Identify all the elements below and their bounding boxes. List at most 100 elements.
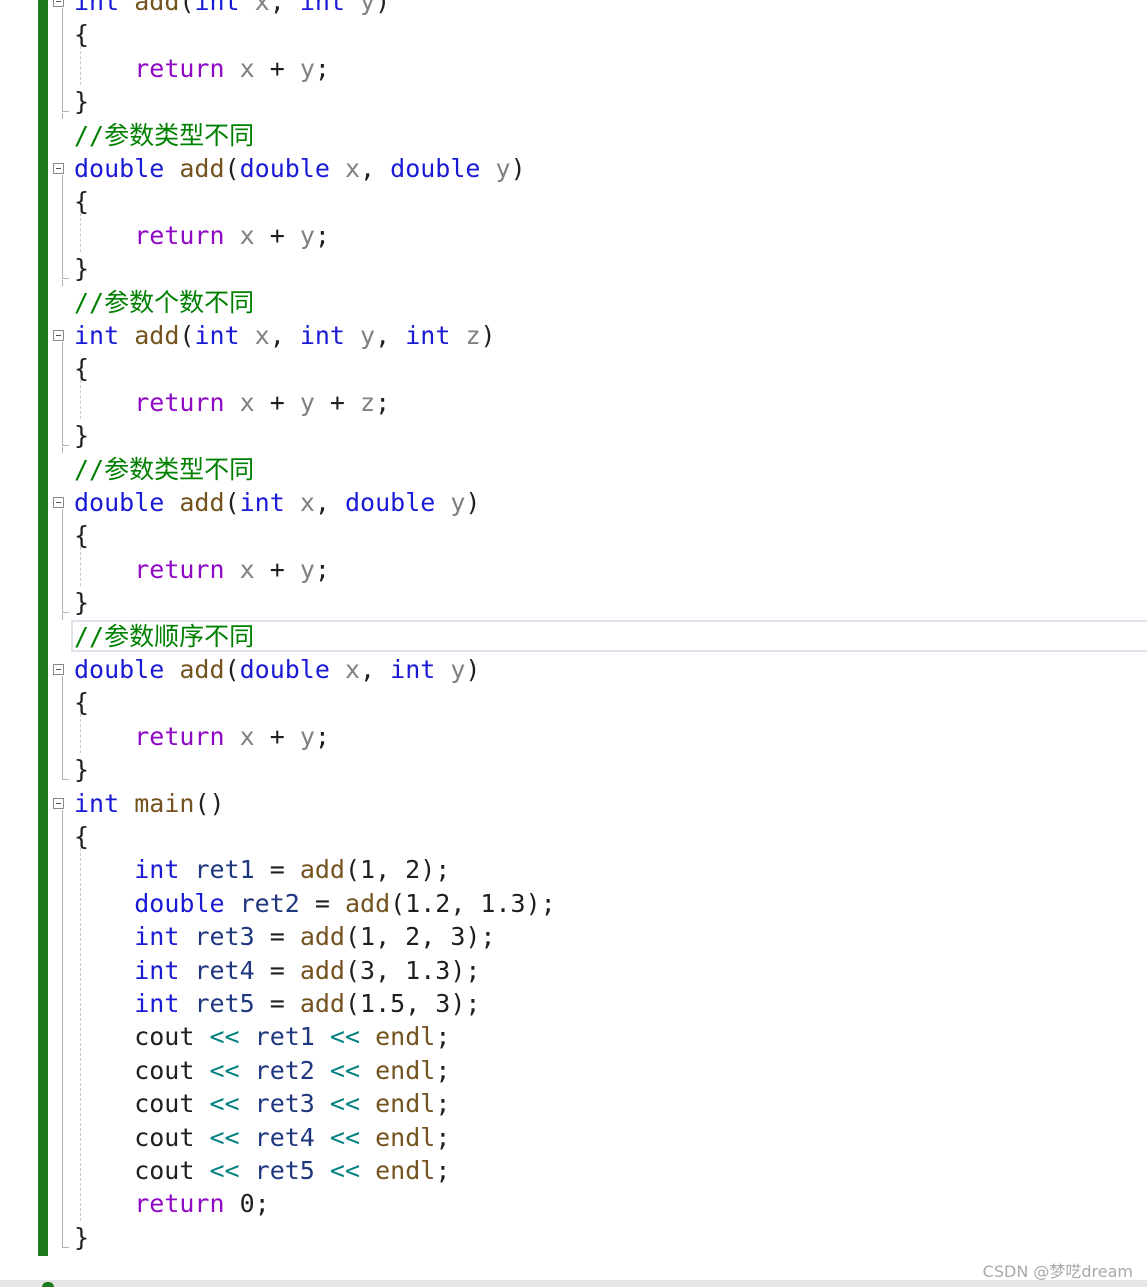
code-line[interactable]: double add(double x, double y) xyxy=(74,152,526,185)
code-line[interactable]: return x + y + z; xyxy=(74,386,390,419)
code-token: add xyxy=(179,154,225,183)
code-token: double xyxy=(74,655,165,684)
code-line[interactable]: int main() xyxy=(74,787,225,820)
code-line[interactable]: { xyxy=(74,18,89,51)
code-token: << xyxy=(329,1055,361,1085)
code-token: x xyxy=(344,154,361,183)
code-line[interactable]: return x + y; xyxy=(74,52,330,85)
collapse-icon[interactable] xyxy=(53,163,64,174)
code-line[interactable]: int ret3 = add(1, 2, 3); xyxy=(74,920,495,953)
code-token: int xyxy=(74,321,120,350)
code-line[interactable]: } xyxy=(74,252,89,285)
code-token: int xyxy=(405,321,451,350)
code-line[interactable]: double add(int x, double y) xyxy=(74,486,480,519)
code-token: + xyxy=(314,387,361,417)
code-token: double xyxy=(74,488,165,517)
code-line[interactable]: int ret1 = add(1, 2); xyxy=(74,853,450,886)
code-line[interactable]: { xyxy=(74,686,89,719)
code-token: int xyxy=(299,0,345,16)
code-line[interactable]: { xyxy=(74,185,89,218)
code-token: y xyxy=(299,721,315,751)
code-line[interactable]: return 0; xyxy=(74,1187,269,1220)
outline-guide xyxy=(62,175,63,279)
collapse-icon[interactable] xyxy=(53,797,64,809)
code-line[interactable]: cout << ret2 << endl; xyxy=(74,1054,450,1087)
code-token: (3, 1.3); xyxy=(344,955,481,985)
code-line[interactable]: cout << ret5 << endl; xyxy=(74,1154,450,1187)
code-token: int xyxy=(194,0,240,16)
code-token: x xyxy=(239,53,255,83)
code-line[interactable]: return x + y; xyxy=(74,553,330,586)
code-line[interactable]: { xyxy=(74,820,89,853)
code-line[interactable]: //参数顺序不同 xyxy=(74,620,254,653)
code-token: } xyxy=(74,87,90,117)
code-line[interactable]: { xyxy=(74,352,89,385)
collapse-icon[interactable] xyxy=(53,0,64,7)
code-line[interactable]: } xyxy=(74,586,89,619)
code-line[interactable]: int ret4 = add(3, 1.3); xyxy=(74,954,480,987)
code-token: << xyxy=(329,1089,361,1119)
code-line[interactable]: //参数类型不同 xyxy=(74,453,254,486)
code-line[interactable]: } xyxy=(74,419,89,452)
code-line[interactable]: double add(double x, int y) xyxy=(74,653,480,686)
code-token: add xyxy=(179,488,225,517)
code-line[interactable]: int add(int x, int y) xyxy=(74,0,390,18)
code-token: return xyxy=(134,53,225,83)
code-token: ret5 xyxy=(194,989,255,1018)
code-token: } xyxy=(74,1222,90,1252)
code-token: { xyxy=(74,354,90,384)
code-line[interactable]: cout << ret3 << endl; xyxy=(74,1087,450,1120)
code-line[interactable]: return x + y; xyxy=(74,219,330,252)
code-token: int xyxy=(390,655,436,684)
code-line[interactable]: return x + y; xyxy=(74,720,330,753)
code-token: { xyxy=(74,20,90,50)
collapse-icon[interactable] xyxy=(53,330,64,341)
code-line[interactable]: } xyxy=(74,753,89,786)
code-line[interactable]: int ret5 = add(1.5, 3); xyxy=(74,987,480,1020)
code-token: ret1 xyxy=(254,1022,315,1052)
code-token: y xyxy=(299,554,315,584)
code-line[interactable]: //参数个数不同 xyxy=(74,286,254,319)
code-token: } xyxy=(74,588,90,618)
code-line[interactable]: double ret2 = add(1.2, 1.3); xyxy=(74,887,555,920)
code-token: x xyxy=(239,220,255,250)
code-line[interactable]: cout << ret1 << endl; xyxy=(74,1020,450,1053)
outline-guide xyxy=(62,8,63,112)
code-line[interactable]: } xyxy=(74,85,89,118)
code-line[interactable]: cout << ret4 << endl; xyxy=(74,1121,450,1154)
code-line[interactable]: //参数类型不同 xyxy=(74,119,254,152)
code-line[interactable]: int add(int x, int y, int z) xyxy=(74,319,496,352)
collapse-icon[interactable] xyxy=(53,664,64,675)
code-line[interactable]: { xyxy=(74,519,89,552)
outline-guide xyxy=(62,446,63,453)
code-token: ret4 xyxy=(254,1122,315,1152)
code-token: { xyxy=(74,521,90,551)
code-token: ; xyxy=(435,1156,451,1185)
code-line[interactable]: } xyxy=(74,1221,89,1254)
collapse-icon[interactable] xyxy=(53,497,64,508)
code-token: ; xyxy=(435,1022,451,1052)
code-token: y xyxy=(299,387,315,417)
code-editor[interactable]: int add(int x, int y){ return x + y;}//参… xyxy=(0,0,1147,1280)
